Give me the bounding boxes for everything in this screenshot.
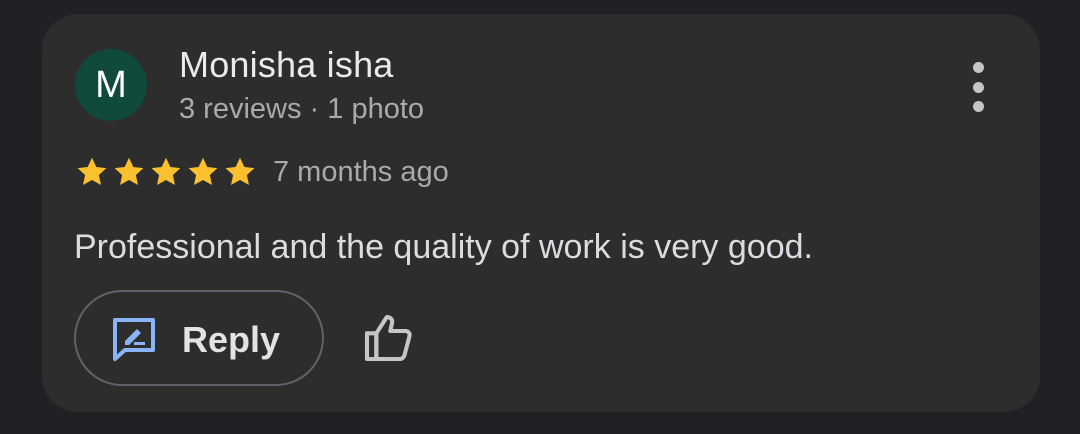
star-icon	[114, 157, 144, 186]
author-meta: 3 reviews · 1 photo	[179, 93, 425, 125]
avatar[interactable]: M	[75, 49, 147, 121]
more-dot	[972, 101, 984, 112]
more-vert-icon[interactable]	[960, 62, 996, 112]
more-dot	[972, 81, 984, 93]
thumb-up-icon[interactable]	[360, 310, 416, 366]
star-icon	[151, 157, 181, 186]
avatar-letter: M	[95, 63, 127, 106]
author-name[interactable]: Monisha isha	[179, 44, 394, 86]
reply-button[interactable]: Reply	[74, 290, 324, 386]
star-rating	[74, 154, 258, 190]
review-time: 7 months ago	[273, 156, 449, 188]
more-dot	[972, 62, 984, 73]
star-icon	[225, 157, 255, 186]
star-icon	[188, 157, 218, 186]
review-card: M Monisha isha 3 reviews · 1 photo 7 mon…	[42, 14, 1040, 412]
star-icon	[77, 157, 107, 186]
rate-review-icon	[110, 315, 158, 368]
reply-label: Reply	[182, 319, 281, 360]
review-text: Professional and the quality of work is …	[74, 228, 813, 266]
